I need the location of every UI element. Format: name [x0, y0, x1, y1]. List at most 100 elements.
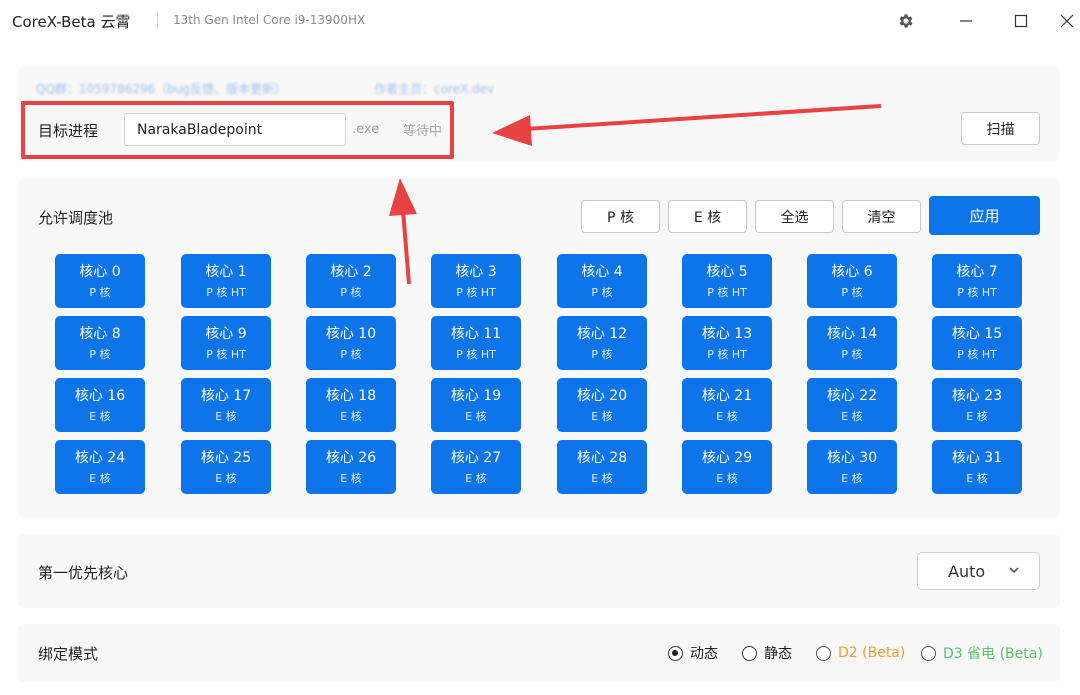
- core-type: P 核 HT: [707, 348, 747, 361]
- core-type: E 核: [591, 410, 613, 423]
- scan-button[interactable]: 扫描: [961, 112, 1040, 145]
- core-toggle[interactable]: 核心 26 E 核: [306, 440, 396, 494]
- core-type: P 核: [841, 286, 863, 299]
- maximize-icon: [1014, 14, 1028, 28]
- core-toggle[interactable]: 核心 22 E 核: [807, 378, 897, 432]
- core-name: 核心 9: [205, 326, 247, 342]
- scheduling-pool-label: 允许调度池: [38, 209, 114, 227]
- radio-label: 动态: [690, 646, 718, 662]
- select-all-button[interactable]: 全选: [755, 200, 834, 233]
- radio-static[interactable]: 静态: [742, 643, 792, 663]
- radio-dot: [668, 645, 683, 661]
- core-type: E 核: [465, 410, 487, 423]
- author-info: 作者主页：coreX.dev: [374, 82, 495, 96]
- core-toggle[interactable]: 核心 31 E 核: [932, 440, 1022, 494]
- core-toggle[interactable]: 核心 10 P 核: [306, 316, 396, 370]
- apply-button[interactable]: 应用: [929, 196, 1040, 235]
- core-type: E 核: [841, 410, 863, 423]
- core-type: P 核: [340, 286, 362, 299]
- core-toggle[interactable]: 核心 8 P 核: [55, 316, 145, 370]
- core-toggle[interactable]: 核心 15 P 核 HT: [932, 316, 1022, 370]
- core-type: E 核: [465, 472, 487, 485]
- core-toggle[interactable]: 核心 4 P 核: [557, 254, 647, 308]
- core-toggle[interactable]: 核心 0 P 核: [55, 254, 145, 308]
- core-type: E 核: [215, 472, 237, 485]
- core-toggle[interactable]: 核心 2 P 核: [306, 254, 396, 308]
- core-toggle[interactable]: 核心 20 E 核: [557, 378, 647, 432]
- e-core-button[interactable]: E 核: [668, 200, 747, 233]
- first-priority-select[interactable]: Auto: [917, 552, 1040, 590]
- core-toggle[interactable]: 核心 18 E 核: [306, 378, 396, 432]
- core-toggle[interactable]: 核心 7 P 核 HT: [932, 254, 1022, 308]
- core-type: E 核: [841, 472, 863, 485]
- radio-label: 静态: [764, 646, 792, 662]
- core-toggle[interactable]: 核心 17 E 核: [181, 378, 271, 432]
- core-toggle[interactable]: 核心 28 E 核: [557, 440, 647, 494]
- radio-d2-beta[interactable]: D2 (Beta): [816, 643, 905, 663]
- core-toggle[interactable]: 核心 1 P 核 HT: [181, 254, 271, 308]
- core-name: 核心 30: [826, 450, 878, 466]
- app-title: CoreX-Beta 云霄: [12, 13, 131, 31]
- core-toggle[interactable]: 核心 21 E 核: [682, 378, 772, 432]
- core-type: P 核: [89, 348, 111, 361]
- core-toggle[interactable]: 核心 14 P 核: [807, 316, 897, 370]
- core-toggle[interactable]: 核心 27 E 核: [431, 440, 521, 494]
- core-name: 核心 14: [826, 326, 878, 342]
- binding-mode-label: 绑定模式: [38, 645, 99, 663]
- maximize-button[interactable]: [1007, 8, 1035, 34]
- core-name: 核心 13: [701, 326, 753, 342]
- core-name: 核心 16: [74, 388, 126, 404]
- first-priority-label: 第一优先核心: [38, 564, 129, 582]
- core-toggle[interactable]: 核心 11 P 核 HT: [431, 316, 521, 370]
- cpu-name: 13th Gen Intel Core i9-13900HX: [173, 13, 366, 27]
- core-name: 核心 24: [74, 450, 126, 466]
- core-type: E 核: [215, 410, 237, 423]
- core-name: 核心 3: [455, 264, 497, 280]
- clear-button[interactable]: 清空: [842, 200, 921, 233]
- core-name: 核心 23: [951, 388, 1003, 404]
- title-divider: [157, 13, 158, 29]
- chevron-down-icon: [1009, 567, 1019, 574]
- core-type: E 核: [966, 472, 988, 485]
- core-name: 核心 12: [576, 326, 628, 342]
- radio-d3-power-saving-beta[interactable]: D3 省电 (Beta): [921, 643, 1043, 663]
- core-name: 核心 17: [200, 388, 252, 404]
- core-name: 核心 15: [951, 326, 1003, 342]
- core-toggle[interactable]: 核心 13 P 核 HT: [682, 316, 772, 370]
- core-name: 核心 11: [450, 326, 502, 342]
- core-toggle[interactable]: 核心 24 E 核: [55, 440, 145, 494]
- first-priority-value: Auto: [948, 562, 986, 581]
- radio-dynamic[interactable]: 动态: [668, 643, 718, 663]
- settings-button[interactable]: [892, 8, 920, 34]
- core-toggle[interactable]: 核心 5 P 核 HT: [682, 254, 772, 308]
- core-toggle[interactable]: 核心 19 E 核: [431, 378, 521, 432]
- core-toggle[interactable]: 核心 12 P 核: [557, 316, 647, 370]
- core-toggle[interactable]: 核心 16 E 核: [55, 378, 145, 432]
- core-type: E 核: [340, 472, 362, 485]
- core-type: P 核: [591, 348, 613, 361]
- scheduling-pool-panel: 允许调度池 P 核 E 核 全选 清空 应用 核心 0P 核核心 1P 核 HT…: [18, 178, 1060, 518]
- first-priority-panel: 第一优先核心 Auto: [18, 534, 1060, 608]
- core-type: P 核 HT: [206, 286, 246, 299]
- p-core-button[interactable]: P 核: [581, 200, 660, 233]
- core-toggle[interactable]: 核心 3 P 核 HT: [431, 254, 521, 308]
- radio-dot: [742, 645, 757, 661]
- core-name: 核心 2: [330, 264, 372, 280]
- minimize-button[interactable]: [952, 8, 980, 34]
- core-name: 核心 0: [79, 264, 121, 280]
- core-toggle[interactable]: 核心 6 P 核: [807, 254, 897, 308]
- core-name: 核心 28: [576, 450, 628, 466]
- close-button[interactable]: [1053, 8, 1080, 34]
- core-toggle[interactable]: 核心 23 E 核: [932, 378, 1022, 432]
- core-toggle[interactable]: 核心 9 P 核 HT: [181, 316, 271, 370]
- core-type: P 核 HT: [456, 348, 496, 361]
- core-name: 核心 31: [951, 450, 1003, 466]
- gear-icon: [899, 14, 913, 28]
- core-toggle[interactable]: 核心 30 E 核: [807, 440, 897, 494]
- qq-group-info: QQ群：1059786296（bug反馈、版本更新）: [36, 82, 287, 96]
- core-toggle[interactable]: 核心 25 E 核: [181, 440, 271, 494]
- close-icon: [1060, 14, 1074, 28]
- core-toggle[interactable]: 核心 29 E 核: [682, 440, 772, 494]
- core-name: 核心 25: [200, 450, 252, 466]
- radio-dot: [921, 645, 936, 661]
